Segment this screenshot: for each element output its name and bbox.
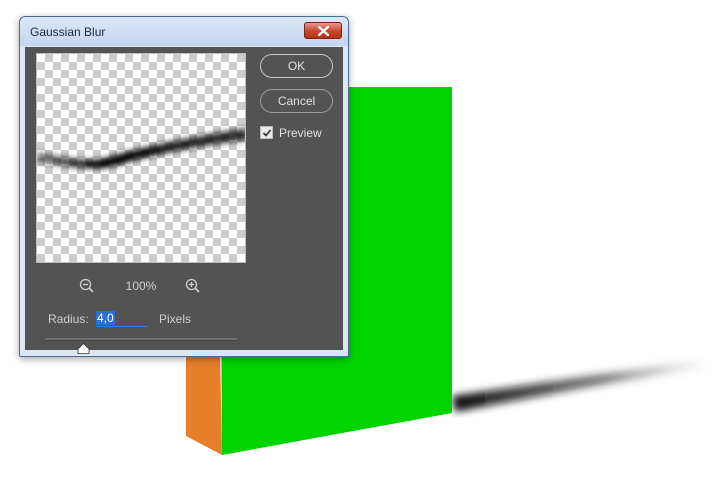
radius-value: 4,0 [96,311,115,325]
zoom-in-magnifier-icon [185,278,200,293]
ok-button[interactable]: OK [260,54,333,78]
zoom-out-magnifier-icon [79,278,94,293]
dialog-content: 100% Radius: 4,0 Pixels OK Cancel Previe… [25,47,343,354]
zoom-controls: 100% [36,277,246,295]
radius-units: Pixels [159,312,192,326]
zoom-in-button[interactable] [184,277,202,295]
radius-slider-thumb[interactable] [77,341,90,354]
preview-checkbox[interactable] [260,126,273,139]
dialog-title: Gaussian Blur [30,25,106,39]
cancel-button[interactable]: Cancel [260,89,333,113]
radius-slider-track[interactable] [45,338,237,341]
blur-preview-area[interactable] [36,53,246,263]
preview-shadow-image [37,128,245,169]
gaussian-blur-dialog: Gaussian Blur 100% Radius: 4,0 Pixels OK… [19,16,349,357]
preview-label[interactable]: Preview [279,126,322,140]
zoom-out-button[interactable] [78,277,96,295]
checkmark-icon [262,129,272,137]
cast-shadow [452,360,704,412]
close-x-icon [318,26,329,36]
triangle-slider-thumb-icon [77,342,90,354]
zoom-level: 100% [125,279,157,293]
radius-label: Radius: [48,312,89,326]
box-side-face [186,350,222,455]
radius-input[interactable]: 4,0 [96,310,148,327]
close-button[interactable] [304,22,342,39]
title-bar[interactable]: Gaussian Blur [20,17,348,46]
